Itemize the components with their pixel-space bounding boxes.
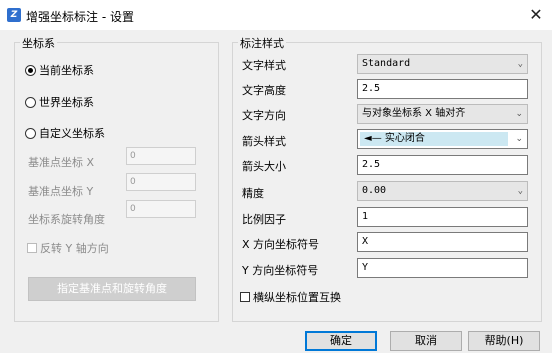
base-y-field[interactable]: 0 <box>126 173 196 191</box>
arrow-style-highlight: ◄— 实心闭合 <box>360 132 508 146</box>
text-style-label: 文字样式 <box>242 59 286 72</box>
style-legend: 标注样式 <box>238 35 286 51</box>
ok-button[interactable]: 确定 <box>305 331 377 351</box>
radio-custom-cs[interactable]: 自定义坐标系 <box>25 125 105 141</box>
radio-world-cs[interactable]: 世界坐标系 <box>25 94 94 110</box>
radio-label: 世界坐标系 <box>39 96 94 109</box>
y-symbol-input[interactable]: Y <box>357 258 528 278</box>
chevron-down-icon: ⌄ <box>517 59 523 69</box>
app-icon: Z <box>7 8 21 22</box>
radio-indicator <box>25 96 36 108</box>
coordsys-legend: 坐标系 <box>20 35 57 51</box>
precision-label: 精度 <box>242 187 264 200</box>
flip-y-label: 反转 Y 轴方向 <box>40 242 109 255</box>
radio-indicator <box>25 64 36 76</box>
radio-current-ucs[interactable]: 当前坐标系 <box>25 62 94 78</box>
text-direction-label: 文字方向 <box>242 109 286 122</box>
help-button[interactable]: 帮助(H) <box>468 331 540 351</box>
text-style-select[interactable]: Standard ⌄ <box>357 54 528 74</box>
chevron-down-icon: ⌄ <box>517 186 523 196</box>
radio-label: 自定义坐标系 <box>39 127 105 140</box>
arrow-size-input[interactable]: 2.5 <box>357 155 528 175</box>
flip-y-checkbox[interactable]: 反转 Y 轴方向 <box>27 240 109 256</box>
base-y-label: 基准点坐标 Y <box>28 185 94 198</box>
arrow-style-value: 实心闭合 <box>384 133 425 144</box>
arrow-style-select[interactable]: ◄— 实心闭合 ⌄ <box>357 129 528 149</box>
rotation-field[interactable]: 0 <box>126 200 196 218</box>
x-symbol-input[interactable]: X <box>357 232 528 252</box>
base-x-label: 基准点坐标 X <box>28 156 95 169</box>
pick-basepoint-button[interactable]: 指定基准点和旋转角度 <box>28 277 196 301</box>
chevron-down-icon: ⌄ <box>515 134 523 144</box>
precision-select[interactable]: 0.00 ⌄ <box>357 181 528 201</box>
x-symbol-label: X 方向坐标符号 <box>242 238 320 251</box>
text-height-label: 文字高度 <box>242 84 286 97</box>
scale-factor-input[interactable]: 1 <box>357 207 528 227</box>
swap-coords-checkbox[interactable]: 横纵坐标位置互换 <box>240 289 341 305</box>
window-title: 增强坐标标注 - 设置 <box>26 10 134 24</box>
text-direction-select[interactable]: 与对象坐标系 X 轴对齐 ⌄ <box>357 104 528 124</box>
text-direction-value: 与对象坐标系 X 轴对齐 <box>362 108 466 119</box>
y-symbol-label: Y 方向坐标符号 <box>242 264 319 277</box>
rotation-label: 坐标系旋转角度 <box>28 213 105 226</box>
checkbox-indicator <box>240 292 250 302</box>
checkbox-indicator <box>27 243 37 253</box>
arrow-style-label: 箭头样式 <box>242 135 286 148</box>
scale-factor-label: 比例因子 <box>242 213 286 226</box>
arrow-size-label: 箭头大小 <box>242 160 286 173</box>
close-icon[interactable]: ✕ <box>520 0 552 30</box>
chevron-down-icon: ⌄ <box>515 109 523 119</box>
swap-coords-label: 横纵坐标位置互换 <box>253 291 341 304</box>
text-style-value: Standard <box>362 58 411 69</box>
base-x-field[interactable]: 0 <box>126 147 196 165</box>
text-height-input[interactable]: 2.5 <box>357 79 528 99</box>
cancel-button[interactable]: 取消 <box>390 331 462 351</box>
precision-value: 0.00 <box>362 185 387 196</box>
title-bar: Z 增强坐标标注 - 设置 ✕ <box>0 0 552 30</box>
radio-indicator <box>25 127 36 139</box>
closed-arrow-icon: ◄— <box>364 133 382 144</box>
radio-label: 当前坐标系 <box>39 64 94 77</box>
